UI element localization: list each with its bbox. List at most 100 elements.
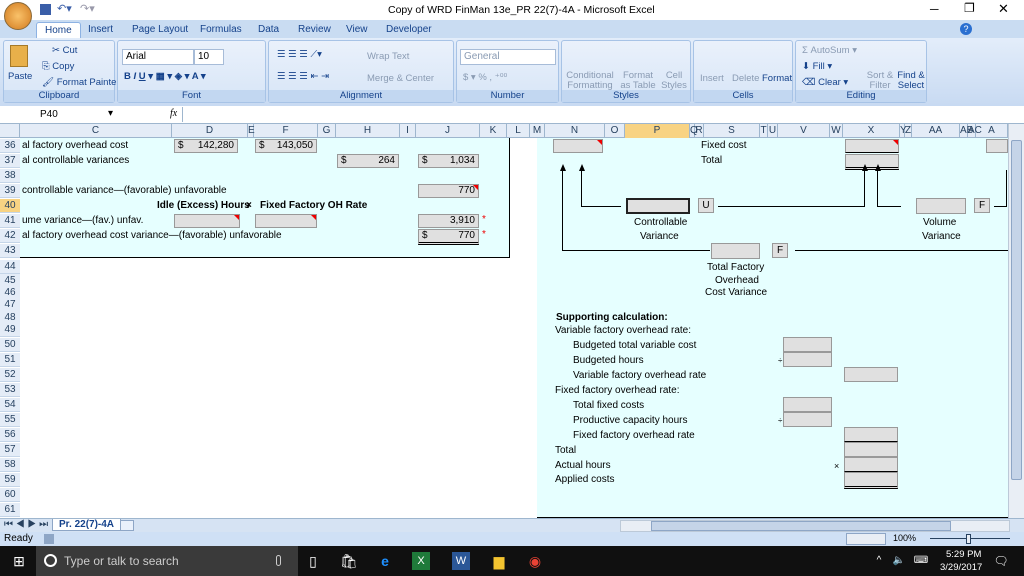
row-header[interactable]: 49 (0, 323, 20, 337)
cell-j39[interactable]: 770 (418, 184, 479, 198)
volume-icon[interactable]: 🔈 (890, 552, 908, 570)
row-header[interactable]: 55 (0, 413, 20, 427)
input-budgeted-hours[interactable] (783, 352, 832, 367)
tab-review[interactable]: Review (290, 22, 339, 38)
input-budgeted-var-cost[interactable] (783, 337, 832, 352)
column-header[interactable]: C (20, 124, 172, 138)
office-button[interactable] (4, 2, 32, 30)
column-header[interactable]: H (336, 124, 400, 138)
cell-d41-input[interactable] (174, 214, 240, 228)
search-box[interactable]: Type or talk to search (36, 546, 298, 576)
cut-button[interactable]: ✂ Cut (52, 45, 77, 56)
input-applied[interactable] (844, 472, 898, 489)
input-fixed-rate[interactable] (844, 427, 898, 442)
tab-view[interactable]: View (338, 22, 376, 38)
select-all-button[interactable] (0, 124, 20, 138)
undo-icon[interactable]: ↶▾ (57, 2, 72, 15)
row-header[interactable]: 36 (0, 139, 20, 153)
column-header[interactable]: D (172, 124, 248, 138)
file-explorer-icon[interactable]: ▆ (490, 552, 508, 570)
cell-d36[interactable]: $142,280 (174, 139, 238, 153)
tab-insert[interactable]: Insert (80, 22, 121, 38)
formula-input[interactable] (182, 107, 1008, 122)
row-header[interactable]: 42 (0, 229, 20, 243)
tab-data[interactable]: Data (250, 22, 287, 38)
row-header[interactable]: 38 (0, 169, 20, 183)
column-header[interactable]: N (545, 124, 605, 138)
new-sheet-icon[interactable] (120, 520, 134, 531)
controllable-variance-input[interactable] (626, 198, 690, 214)
cell-j41[interactable]: 3,910 (418, 214, 479, 228)
paste-button[interactable]: Paste (8, 71, 32, 82)
column-header[interactable]: G (318, 124, 336, 138)
font-name-select[interactable]: Arial (122, 49, 194, 65)
controllable-fav-unfav[interactable]: U (698, 198, 714, 213)
conditional-formatting-button[interactable]: Conditional Formatting (566, 71, 614, 91)
format-as-table-button[interactable]: Format as Table (620, 71, 656, 91)
microphone-icon[interactable] (276, 555, 281, 566)
hscroll-thumb[interactable] (651, 521, 951, 531)
number-format-select[interactable]: General (460, 49, 556, 65)
row-header[interactable]: 50 (0, 338, 20, 352)
column-header[interactable]: W (830, 124, 843, 138)
name-box[interactable]: P40 (40, 109, 58, 120)
tray-chevron-icon[interactable]: ^ (870, 552, 888, 570)
macro-record-icon[interactable] (44, 534, 54, 544)
column-header[interactable]: F (254, 124, 318, 138)
column-header[interactable]: AC (968, 124, 982, 138)
windows-start-icon[interactable]: ⊞ (10, 552, 28, 570)
column-header[interactable]: I (400, 124, 416, 138)
help-icon[interactable]: ? (960, 23, 972, 35)
total-variance-input[interactable] (711, 243, 760, 259)
insert-button[interactable]: Insert (700, 73, 724, 84)
cell-j42[interactable]: $770 (418, 229, 479, 245)
cell-f36[interactable]: $143,050 (255, 139, 317, 153)
save-icon[interactable] (40, 4, 51, 15)
clear-button[interactable]: ⌫ Clear ▾ (802, 77, 848, 88)
volume-fav-unfav[interactable]: F (974, 198, 990, 213)
row-header[interactable]: 61 (0, 503, 20, 517)
column-header[interactable]: Z (905, 124, 912, 138)
input-capacity[interactable] (783, 412, 832, 427)
column-header[interactable]: P (625, 124, 690, 138)
restore-button[interactable]: ❐ (964, 1, 975, 15)
sheet-tab-active[interactable]: Pr. 22(7)-4A (52, 519, 122, 531)
column-header[interactable]: V (778, 124, 830, 138)
cell-f41-input[interactable] (255, 214, 317, 228)
column-header[interactable]: M (530, 124, 545, 138)
row-header[interactable]: 41 (0, 214, 20, 228)
name-box-dropdown[interactable]: ▾ (108, 108, 113, 119)
row-header[interactable]: 54 (0, 398, 20, 412)
cell-n36-input[interactable] (553, 139, 603, 153)
currency-button[interactable]: $ ▾ % , ⁺⁰⁰ (463, 72, 507, 83)
sort-filter-button[interactable]: Sort & Filter (866, 71, 894, 91)
tab-formulas[interactable]: Formulas (192, 22, 250, 38)
cell-x36-input[interactable] (845, 139, 899, 153)
view-buttons[interactable] (846, 533, 886, 545)
align-buttons[interactable]: ☰ ☰ ☰ ⇤ ⇥ (277, 71, 329, 82)
column-header[interactable]: U (768, 124, 778, 138)
input-total-fixed[interactable] (783, 397, 832, 412)
column-header[interactable]: O (605, 124, 625, 138)
input-actual-hours[interactable] (844, 457, 898, 472)
column-header[interactable]: A (976, 124, 1008, 138)
cell-h37[interactable]: $264 (337, 154, 399, 168)
wrap-text-button[interactable]: Wrap Text (367, 51, 409, 62)
column-header[interactable]: T (760, 124, 768, 138)
row-header[interactable]: 58 (0, 458, 20, 472)
vertical-scrollbar[interactable] (1008, 124, 1024, 518)
column-header[interactable]: K (480, 124, 507, 138)
redo-icon[interactable]: ↷▾ (80, 2, 95, 15)
row-header[interactable]: 37 (0, 154, 20, 168)
delete-button[interactable]: Delete (732, 73, 759, 84)
zoom-thumb[interactable] (966, 534, 971, 544)
font-size-select[interactable]: 10 (194, 49, 224, 65)
column-header[interactable]: L (507, 124, 530, 138)
bold-button[interactable]: B I U ▾ ▦ ▾ ◈ ▾ A ▾ (124, 71, 206, 82)
keyboard-icon[interactable]: ⌨ (912, 552, 930, 570)
cell-x37-input[interactable] (845, 154, 899, 170)
fill-button[interactable]: ⬇ Fill ▾ (802, 61, 832, 72)
zoom-level[interactable]: 100% (893, 533, 916, 543)
cell-ad36-input[interactable] (986, 139, 1008, 153)
row-header[interactable]: 44 (0, 260, 20, 274)
